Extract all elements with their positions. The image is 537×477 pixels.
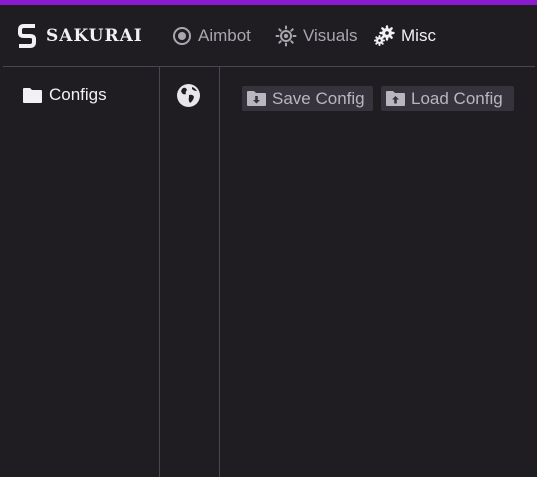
sidebar-item-configs[interactable]: Configs bbox=[22, 84, 107, 106]
folder-icon bbox=[23, 87, 42, 103]
download-folder-icon bbox=[247, 91, 266, 106]
tab-aimbot-label: Aimbot bbox=[198, 26, 251, 45]
tab-misc-label: Misc bbox=[401, 26, 436, 45]
sidebar-item-label: Configs bbox=[49, 85, 107, 104]
header-divider bbox=[3, 66, 535, 67]
load-config-label: Load Config bbox=[411, 88, 503, 108]
tab-visuals-label: Visuals bbox=[303, 26, 358, 45]
tab-visuals[interactable]: Visuals bbox=[275, 23, 358, 49]
target-icon bbox=[173, 27, 191, 45]
brand-name: SAKURAI bbox=[46, 26, 143, 46]
load-config-button[interactable]: Load Config bbox=[381, 86, 514, 111]
s-logo-icon bbox=[18, 24, 36, 48]
tab-misc[interactable]: Misc bbox=[373, 23, 436, 49]
brand: SAKURAI bbox=[18, 23, 143, 49]
save-config-button[interactable]: Save Config bbox=[242, 86, 373, 111]
header: SAKURAI Aimbot Visuals Misc bbox=[0, 5, 537, 66]
gears-icon bbox=[374, 25, 395, 46]
globe-icon[interactable] bbox=[176, 83, 201, 108]
sun-icon bbox=[275, 25, 297, 47]
subnav-divider bbox=[219, 67, 220, 477]
tab-aimbot[interactable]: Aimbot bbox=[172, 23, 251, 49]
save-config-label: Save Config bbox=[272, 88, 365, 108]
sidebar-divider bbox=[159, 67, 160, 477]
upload-folder-icon bbox=[386, 91, 405, 106]
